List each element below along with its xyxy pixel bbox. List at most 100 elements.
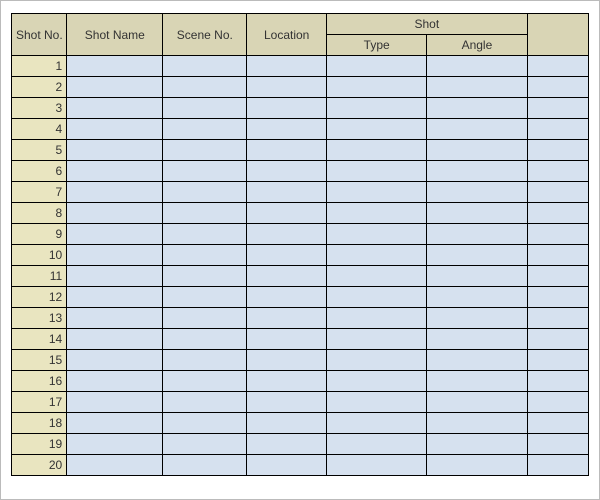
table-row: 16 [12,371,589,392]
cell-type [327,98,427,119]
cell-location [247,434,327,455]
cell-extra [527,98,588,119]
cell-type [327,287,427,308]
header-shot-group: Shot [327,14,528,35]
document-frame: Shot No. Shot Name Scene No. Location Sh… [0,0,600,500]
row-number: 11 [12,266,67,287]
cell-extra [527,434,588,455]
cell-location [247,413,327,434]
cell-type [327,434,427,455]
cell-scene [163,434,247,455]
cell-angle [427,161,527,182]
cell-name [67,287,163,308]
table-row: 6 [12,161,589,182]
header-shot-no: Shot No. [12,14,67,56]
cell-angle [427,308,527,329]
cell-name [67,161,163,182]
cell-extra [527,245,588,266]
row-number: 14 [12,329,67,350]
cell-angle [427,140,527,161]
cell-scene [163,98,247,119]
table-row: 4 [12,119,589,140]
cell-type [327,371,427,392]
table-row: 17 [12,392,589,413]
row-number: 8 [12,203,67,224]
cell-angle [427,245,527,266]
cell-type [327,455,427,476]
cell-angle [427,455,527,476]
cell-location [247,350,327,371]
cell-type [327,245,427,266]
row-number: 18 [12,413,67,434]
cell-type [327,203,427,224]
cell-scene [163,287,247,308]
cell-extra [527,455,588,476]
cell-scene [163,455,247,476]
cell-extra [527,224,588,245]
cell-extra [527,392,588,413]
cell-scene [163,161,247,182]
cell-angle [427,182,527,203]
row-number: 4 [12,119,67,140]
cell-angle [427,413,527,434]
cell-scene [163,224,247,245]
cell-location [247,266,327,287]
cell-scene [163,350,247,371]
row-number: 15 [12,350,67,371]
cell-extra [527,350,588,371]
table-row: 5 [12,140,589,161]
cell-name [67,224,163,245]
cell-location [247,203,327,224]
row-number: 5 [12,140,67,161]
cell-name [67,308,163,329]
cell-name [67,182,163,203]
table-row: 8 [12,203,589,224]
cell-scene [163,413,247,434]
cell-type [327,266,427,287]
cell-location [247,119,327,140]
cell-name [67,392,163,413]
cell-location [247,161,327,182]
header-shot-angle: Angle [427,35,527,56]
table-row: 3 [12,98,589,119]
cell-scene [163,182,247,203]
cell-name [67,266,163,287]
cell-extra [527,371,588,392]
cell-name [67,245,163,266]
cell-location [247,371,327,392]
cell-name [67,434,163,455]
cell-type [327,56,427,77]
cell-angle [427,266,527,287]
cell-scene [163,266,247,287]
cell-location [247,140,327,161]
cell-extra [527,329,588,350]
cell-extra [527,77,588,98]
table-row: 11 [12,266,589,287]
cell-angle [427,371,527,392]
cell-angle [427,98,527,119]
table-row: 1 [12,56,589,77]
cell-name [67,329,163,350]
cell-angle [427,287,527,308]
row-number: 17 [12,392,67,413]
cell-type [327,350,427,371]
cell-angle [427,224,527,245]
row-number: 10 [12,245,67,266]
cell-type [327,413,427,434]
cell-scene [163,77,247,98]
table-row: 19 [12,434,589,455]
cell-name [67,455,163,476]
cell-angle [427,77,527,98]
row-number: 6 [12,161,67,182]
row-number: 9 [12,224,67,245]
cell-name [67,56,163,77]
cell-location [247,182,327,203]
cell-location [247,392,327,413]
table-row: 2 [12,77,589,98]
table-row: 15 [12,350,589,371]
row-number: 16 [12,371,67,392]
row-number: 7 [12,182,67,203]
cell-extra [527,266,588,287]
cell-scene [163,140,247,161]
cell-type [327,392,427,413]
